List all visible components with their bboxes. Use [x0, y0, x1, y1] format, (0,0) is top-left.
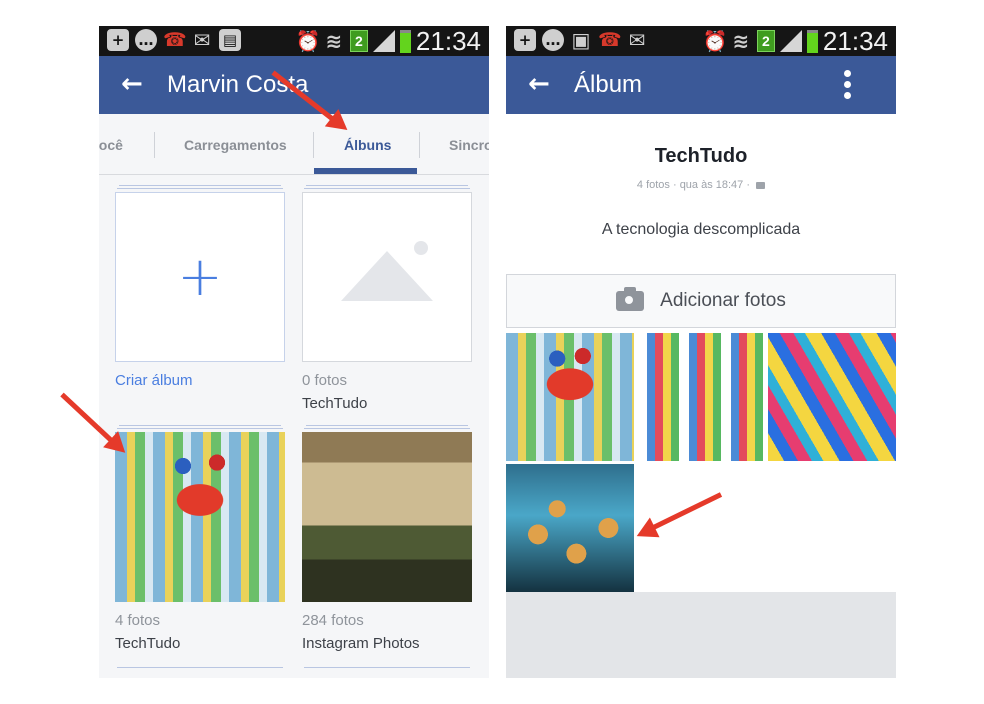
album-stack-edge — [117, 428, 283, 429]
notification-badge: 2 — [349, 30, 368, 52]
app-icon: ▤ — [219, 29, 241, 51]
tab-divider — [313, 132, 314, 158]
album-title: TechTudo — [654, 145, 748, 167]
album-name[interactable]: TechTudo — [302, 395, 367, 413]
album-stack-edge — [304, 428, 470, 429]
lock-icon — [756, 181, 766, 189]
album-name[interactable]: Instagram Photos — [302, 635, 420, 653]
add-icon: + — [514, 29, 536, 51]
album-photo-count: 4 fotos — [115, 612, 161, 629]
app-bar: ← Álbum — [506, 56, 896, 114]
mail-icon: ✉ — [628, 28, 646, 52]
album-cover-party-cake[interactable] — [115, 432, 285, 602]
tab-divider — [154, 132, 155, 158]
page-title: Álbum — [574, 71, 643, 98]
album-stack-edge — [304, 188, 470, 189]
left-phone-screen: + … ☎ ✉ ▤ ⏰ ≋ 2 21:34 ← Marvin Costa voc… — [99, 26, 489, 678]
tab-bar: você Carregamentos Álbuns Sincro — [99, 114, 489, 175]
album-stack-edge — [306, 425, 468, 426]
album-description: A tecnologia descomplicada — [601, 221, 801, 238]
active-tab-indicator — [314, 168, 417, 174]
photo-thumbnail[interactable] — [506, 333, 634, 461]
tab-albuns[interactable]: Álbuns — [344, 136, 391, 154]
battery-icon — [399, 29, 411, 53]
missed-call-icon: ☎ — [598, 29, 622, 51]
image-placeholder-icon — [341, 251, 433, 301]
chat-icon: … — [135, 29, 157, 51]
album-meta: 4 fotos · qua às 18:47 · — [506, 178, 896, 192]
album-card-empty[interactable] — [302, 192, 472, 362]
album-stack-edge — [119, 425, 281, 426]
missed-call-icon: ☎ — [163, 29, 187, 51]
signal-icon — [372, 30, 395, 52]
image-placeholder-sun — [414, 241, 428, 255]
album-header: TechTudo 4 fotos · qua às 18:47 · A tecn… — [506, 114, 896, 274]
empty-area — [506, 592, 896, 678]
album-name[interactable]: TechTudo — [115, 635, 180, 653]
album-cover-instagram[interactable] — [302, 432, 472, 602]
wifi-icon: ≋ — [732, 29, 750, 53]
create-album-card[interactable]: + — [115, 192, 285, 362]
album-meta-text: 4 fotos · qua às 18:47 · — [636, 179, 751, 191]
add-icon: + — [107, 29, 129, 51]
photo-thumbnail[interactable] — [637, 333, 765, 461]
signal-icon — [779, 30, 802, 52]
back-arrow-icon[interactable]: ← — [528, 69, 550, 99]
album-stack-edge — [304, 667, 470, 668]
right-phone-screen: + … ▣ ☎ ✉ ⏰ ≋ 2 21:34 ← Álbum TechTudo 4… — [506, 26, 896, 678]
photo-thumbnail[interactable] — [768, 333, 896, 461]
tab-divider — [419, 132, 420, 158]
camera-icon — [616, 287, 645, 311]
albums-grid: + Criar álbum 0 fotos TechTudo 4 fotos T… — [99, 175, 489, 678]
album-stack-edge — [119, 185, 281, 186]
album-photo-count: 284 fotos — [302, 612, 364, 629]
clock: 21:34 — [415, 26, 481, 56]
create-album-link[interactable]: Criar álbum — [115, 372, 193, 390]
album-photo-count: 0 fotos — [302, 372, 348, 389]
plus-icon: + — [177, 245, 223, 308]
album-stack-edge — [117, 667, 283, 668]
photo-thumbnail[interactable] — [506, 464, 634, 592]
overflow-menu-icon[interactable] — [844, 70, 852, 102]
mail-icon: ✉ — [193, 28, 211, 52]
add-photos-label: Adicionar fotos — [660, 290, 786, 311]
chat-icon: … — [542, 29, 564, 51]
alarm-icon: ⏰ — [295, 29, 321, 53]
image-icon: ▣ — [571, 28, 591, 52]
wifi-icon: ≋ — [325, 29, 343, 53]
clock: 21:34 — [822, 26, 888, 56]
tab-sincro[interactable]: Sincro — [449, 136, 489, 154]
tab-carregamentos[interactable]: Carregamentos — [184, 136, 287, 154]
status-bar: + … ☎ ✉ ▤ ⏰ ≋ 2 21:34 — [99, 26, 489, 56]
alarm-icon: ⏰ — [702, 29, 728, 53]
tab-voce[interactable]: você — [99, 136, 123, 154]
battery-icon — [806, 29, 818, 53]
status-bar: + … ▣ ☎ ✉ ⏰ ≋ 2 21:34 — [506, 26, 896, 56]
back-arrow-icon[interactable]: ← — [121, 69, 143, 99]
album-stack-edge — [306, 185, 468, 186]
notification-badge: 2 — [756, 30, 775, 52]
album-stack-edge — [117, 188, 283, 189]
add-photos-button[interactable]: Adicionar fotos — [506, 274, 896, 328]
